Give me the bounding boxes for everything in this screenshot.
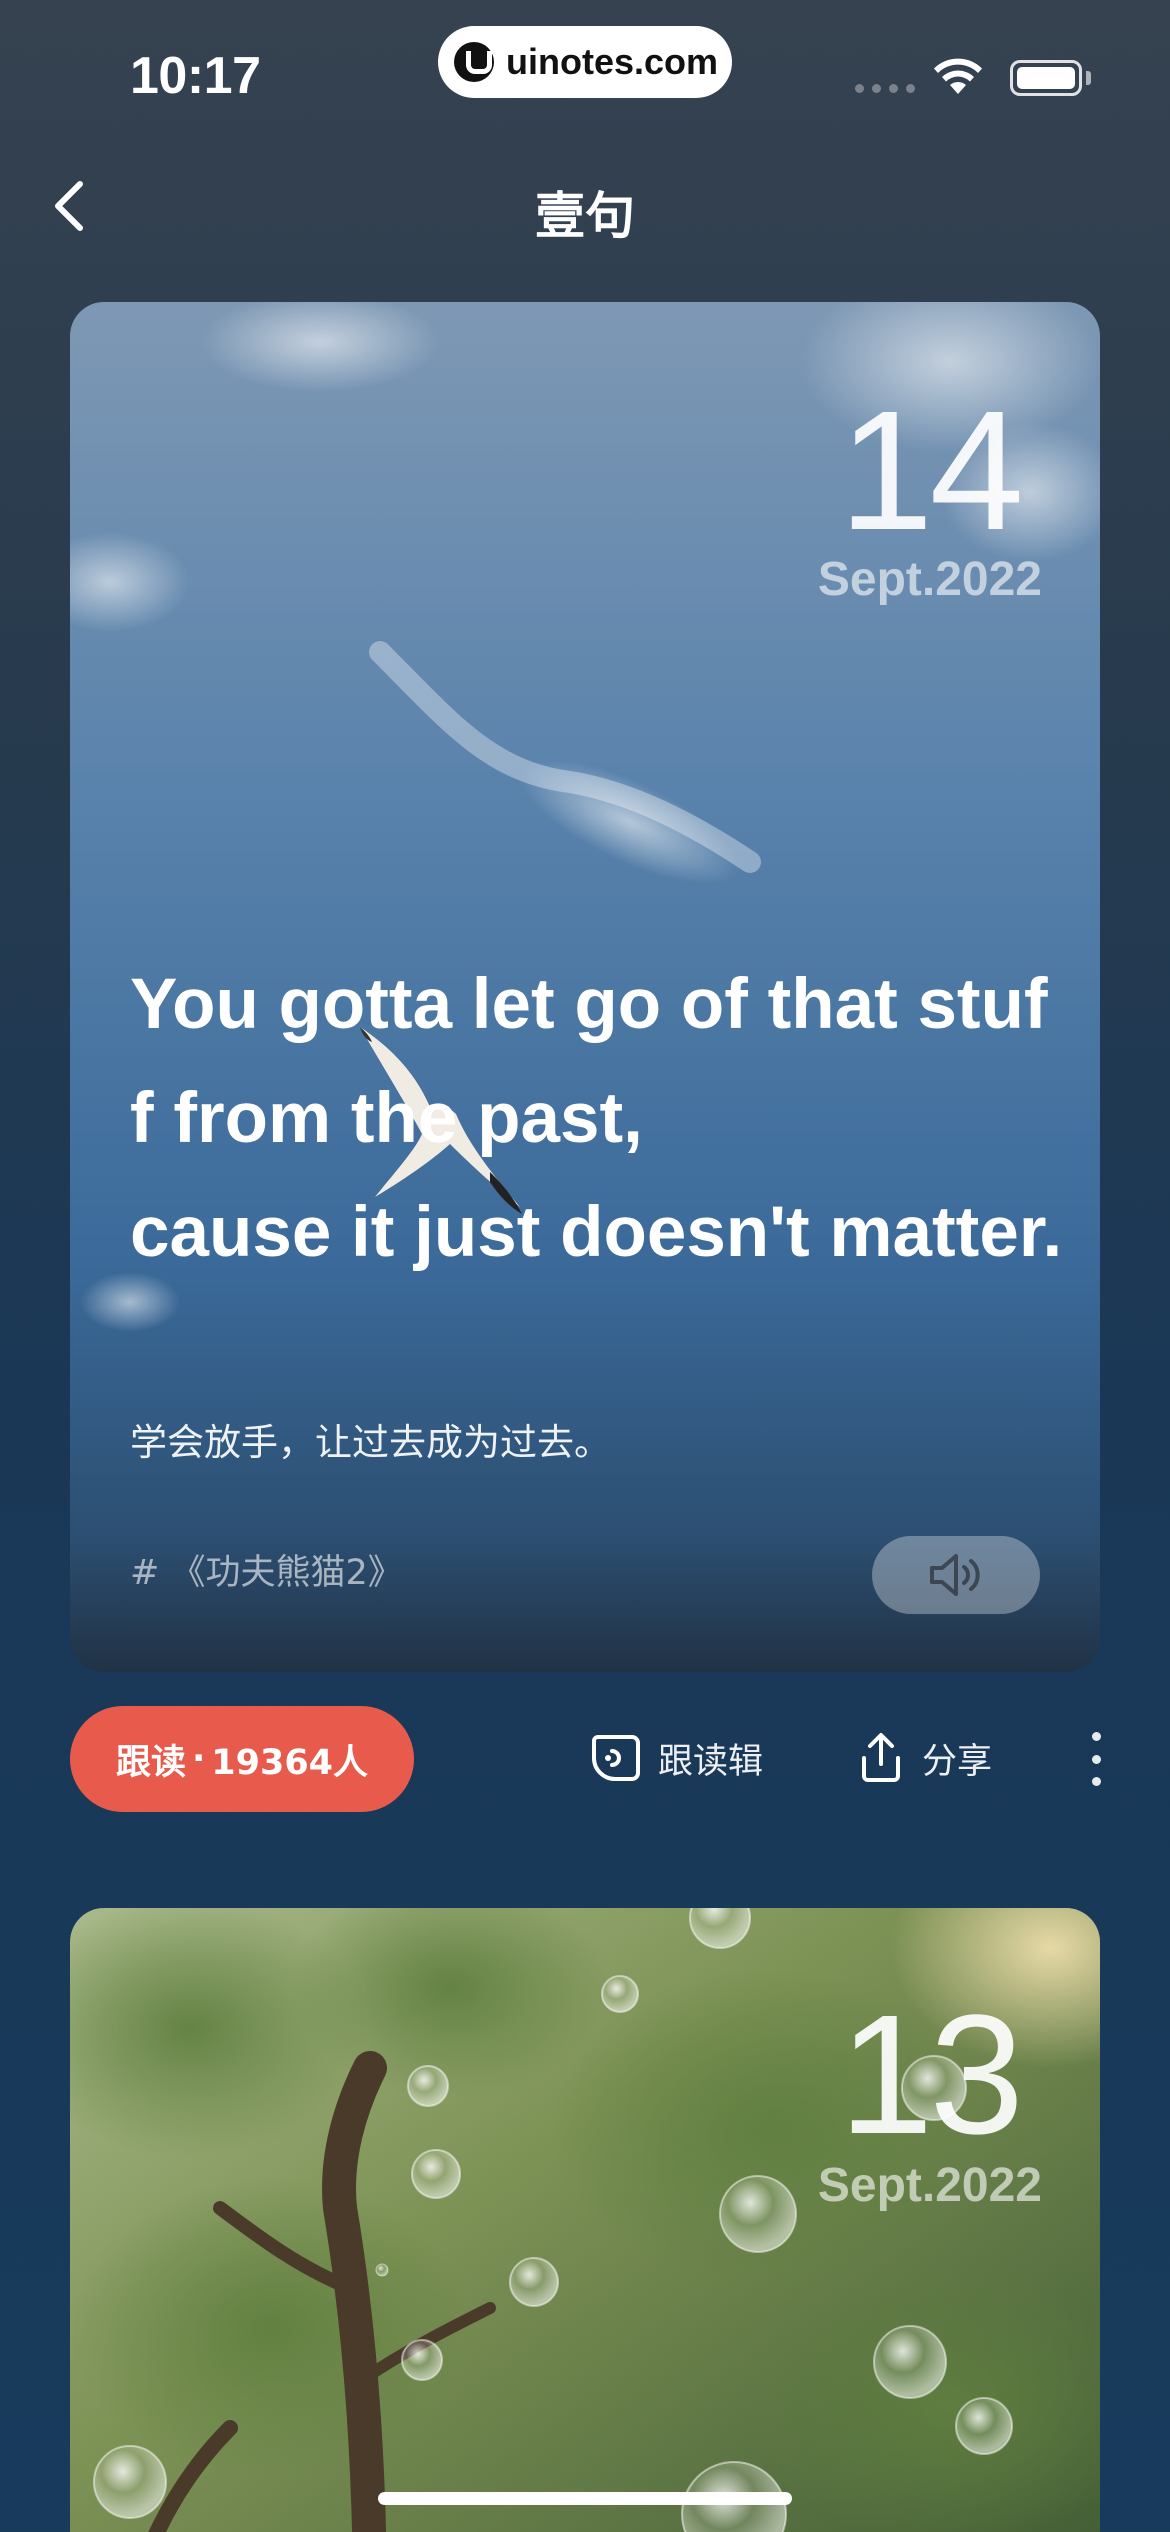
battery-icon — [1010, 60, 1082, 96]
cellular-signal-icon — [855, 84, 915, 93]
follow-read-button[interactable]: 跟读 · 19364人 — [70, 1706, 414, 1812]
home-indicator[interactable] — [378, 2492, 792, 2505]
quote-english: You gotta let go of that stuff from the … — [130, 965, 1063, 1272]
audio-play-button[interactable] — [872, 1536, 1040, 1614]
quote-chinese: 学会放手，让过去成为过去。 — [130, 1421, 611, 1464]
card-day: 13 — [838, 1980, 1024, 2170]
wifi-icon — [934, 58, 982, 94]
follow-count: 19364人 — [211, 1742, 369, 1783]
uinotes-logo-icon — [454, 42, 494, 82]
share-label: 分享 — [922, 1741, 993, 1782]
url-pill-text: uinotes.com — [506, 41, 719, 82]
follow-list-icon — [592, 1735, 640, 1781]
more-vertical-icon[interactable] — [1086, 1732, 1106, 1786]
follow-list-button[interactable]: 跟读辑 — [588, 1726, 763, 1790]
sentence-card[interactable]: 14 Sept.2022 You gotta let go of that st… — [70, 302, 1100, 1672]
status-time: 10:17 — [130, 47, 261, 105]
page-title: 壹句 — [535, 187, 635, 245]
status-bar: 10:17 uinotes.com — [0, 0, 1170, 130]
sentence-card[interactable]: 13 Sept.2022 — [70, 1908, 1100, 2532]
follow-separator: · — [191, 1739, 206, 1779]
card-month-year: Sept.2022 — [817, 2159, 1042, 2212]
speaker-icon — [930, 1554, 980, 1596]
url-pill[interactable]: uinotes.com — [438, 26, 732, 98]
follow-list-label: 跟读辑 — [658, 1741, 764, 1782]
card-month-year: Sept.2022 — [817, 553, 1042, 606]
share-button[interactable]: 分享 — [856, 1726, 992, 1790]
share-icon — [862, 1733, 900, 1782]
quote-source[interactable]: # 《功夫熊猫2》 — [130, 1544, 403, 1595]
follow-label: 跟读 — [115, 1742, 186, 1783]
card-day: 14 — [838, 376, 1024, 566]
